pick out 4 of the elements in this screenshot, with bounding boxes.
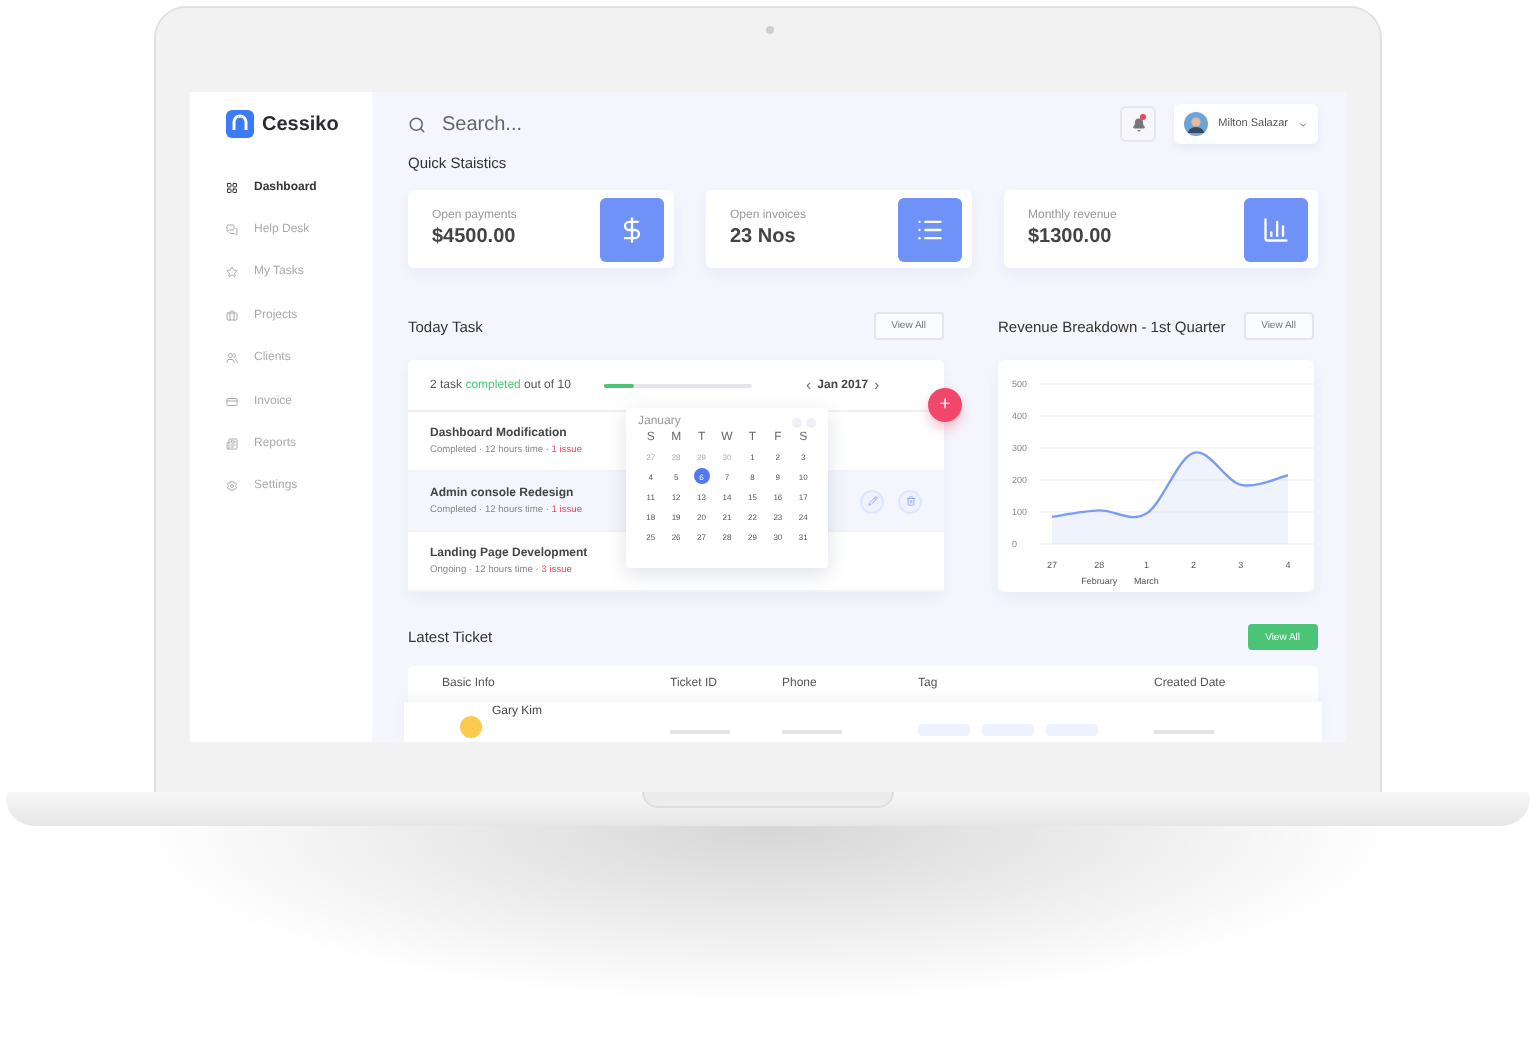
brand-name: Cessiko [262,113,339,135]
stat-value: $1300.00 [1028,226,1114,249]
stat-value: $4500.00 [432,226,517,249]
stat-value: 23 Nos [730,226,798,249]
